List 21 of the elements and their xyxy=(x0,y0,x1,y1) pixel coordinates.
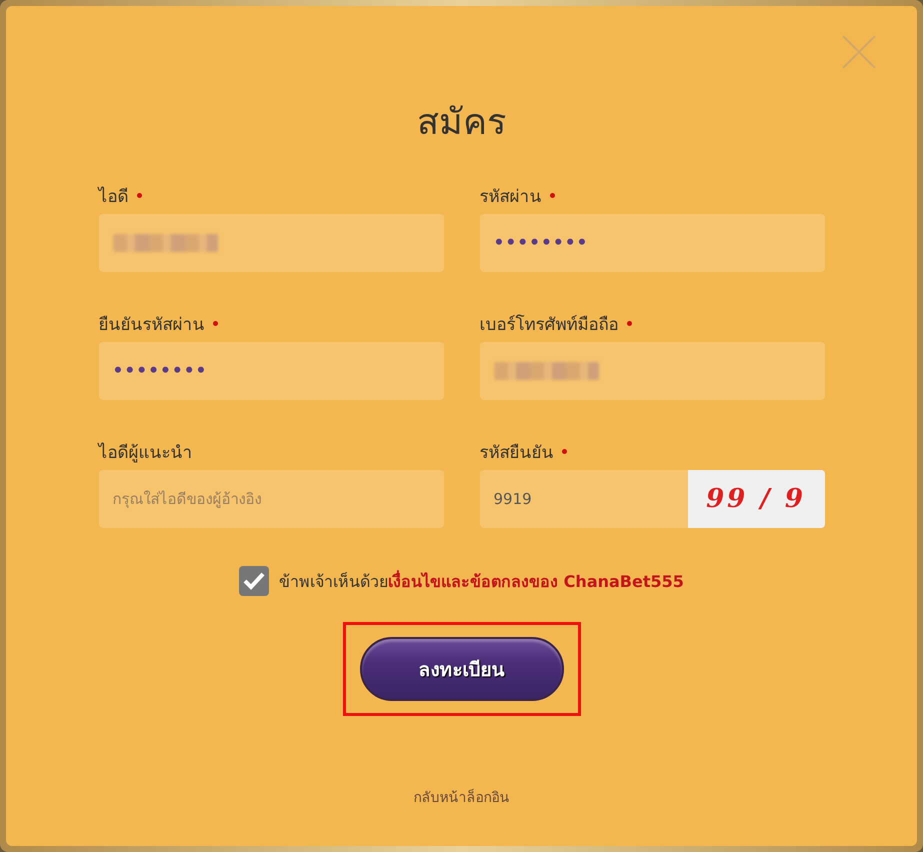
back-to-login-link[interactable]: กลับหน้าล็อกอิน xyxy=(414,786,510,808)
agreement-text: ข้าพเจ้าเห็นด้วยเงื่อนไขและข้อตกลงของ ChanaBet555 xyxy=(279,569,684,593)
field-label: รหัสยืนยัน xyxy=(480,442,554,465)
input-field[interactable]: กรุณใส่ไอดีของผู้อ้างอิง xyxy=(98,470,444,528)
password-field[interactable]: •••••••• xyxy=(98,342,444,400)
dialog-title: สมัคร xyxy=(417,101,506,144)
close-icon[interactable] xyxy=(841,34,877,70)
input-field[interactable] xyxy=(98,214,444,272)
field-label: ไอดี xyxy=(98,186,128,209)
input-field[interactable] xyxy=(480,342,824,400)
captcha-image: 99 / 9 xyxy=(688,470,824,528)
terms-link[interactable]: เงื่อนไขและข้อตกลงของ ChanaBet555 xyxy=(388,572,684,591)
field-label: ไอดีผู้แนะนำ xyxy=(98,442,192,465)
input-field[interactable]: 9919 99 / 9 xyxy=(480,470,824,528)
field-label: ยืนยันรหัสผ่าน xyxy=(98,314,204,337)
password-field[interactable]: •••••••• xyxy=(480,214,824,272)
register-button[interactable]: ลงทะเบียน xyxy=(360,637,564,702)
field-label: รหัสผ่าน xyxy=(480,186,542,209)
captcha-value: 9919 xyxy=(492,489,533,510)
field-label: เบอร์โทรศัพท์มือถือ xyxy=(480,314,618,337)
agreement-checkbox[interactable] xyxy=(239,566,270,596)
